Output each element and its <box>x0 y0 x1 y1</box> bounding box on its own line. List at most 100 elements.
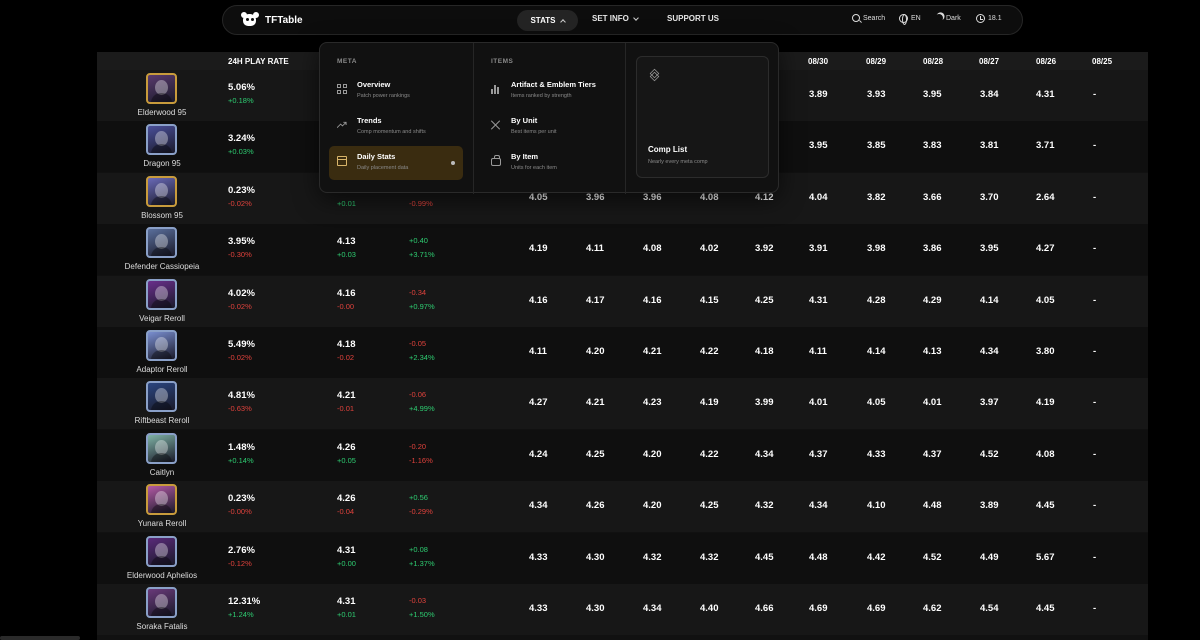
unit-name[interactable]: Yunara Reroll <box>97 519 227 528</box>
daily-avg-cell: 3.96 <box>586 191 605 203</box>
unit-avatar[interactable] <box>146 73 177 104</box>
table-row[interactable]: Defender Cassiopeia 3.95% -0.30% 4.13 +0.03 +… <box>97 224 1148 276</box>
unit-avatar[interactable] <box>146 124 177 156</box>
unit-name[interactable]: Defender Cassiopeia <box>97 262 227 271</box>
table-row[interactable]: Elderwood Aphelios 2.76% -0.12% 4.31 +0.00 +0… <box>97 532 1148 584</box>
unit-name[interactable]: Veigar Reroll <box>97 314 227 323</box>
avg-place: 4.16 <box>337 287 356 299</box>
comp-list-card[interactable]: Comp List Nearly every meta comp <box>636 56 769 178</box>
play-rate-delta: -0.63% <box>228 404 252 414</box>
unit-avatar[interactable] <box>146 484 177 516</box>
header-date[interactable]: 08/28 <box>923 57 943 66</box>
table-row[interactable]: Veigar Reroll 4.02% -0.02% 4.16 -0.00 -0.34 +0… <box>97 275 1148 327</box>
daily-avg-cell: 4.34 <box>529 500 548 512</box>
language-button[interactable]: EN <box>899 14 921 25</box>
daily-avg-cell: 4.11 <box>586 243 604 255</box>
daily-avg-cell: 3.71 <box>1036 140 1055 152</box>
moon-icon <box>934 13 944 23</box>
unit-name[interactable]: Riftbeast Reroll <box>97 416 227 425</box>
unit-avatar[interactable] <box>146 381 177 413</box>
daily-avg-cell: 4.48 <box>809 551 828 563</box>
daily-avg-cell: 4.42 <box>867 551 886 563</box>
header-date[interactable]: 08/30 <box>808 57 828 66</box>
calendar-icon <box>337 156 347 166</box>
unit-name[interactable]: Caitlyn <box>97 468 227 477</box>
version-button[interactable]: 18.1 <box>976 14 1002 23</box>
unit-avatar[interactable] <box>146 535 177 567</box>
change-percent: -0.29% <box>409 507 433 517</box>
daily-avg-cell: 4.30 <box>586 603 605 614</box>
unit-avatar[interactable] <box>146 278 177 310</box>
daily-avg-cell: 3.95 <box>923 89 942 100</box>
unit-avatar[interactable] <box>146 330 177 361</box>
daily-avg-cell: 4.05 <box>867 397 886 409</box>
daily-avg-cell: 3.81 <box>980 140 999 152</box>
theme-toggle[interactable]: Dark <box>935 14 961 22</box>
unit-name[interactable]: Dragon 95 <box>97 159 227 168</box>
horizontal-scrollbar[interactable] <box>0 636 80 640</box>
unit-name[interactable]: Elderwood Aphelios <box>97 571 227 580</box>
menu-item-by-unit[interactable]: By Unit Best items per unit <box>483 110 623 144</box>
avg-place-delta: +0.01 <box>337 198 356 208</box>
table-row[interactable]: Yunara Reroll 0.23% -0.00% 4.26 -0.04 +0.56 -0… <box>97 481 1148 533</box>
play-rate: 5.49% <box>228 339 255 350</box>
daily-avg-cell: 4.45 <box>1036 500 1055 512</box>
menu-item-trends[interactable]: Trends Comp momentum and shifts <box>329 110 463 144</box>
menu-item-by-item[interactable]: By Item Units for each item <box>483 146 623 180</box>
header-play-rate[interactable]: 24H PLAY RATE <box>228 57 289 66</box>
header-date[interactable]: 08/29 <box>866 57 886 66</box>
items-section-title: ITEMS <box>491 58 514 65</box>
swords-icon <box>491 120 501 130</box>
menu-item-artifact-emblem-tiers[interactable]: Artifact & Emblem Tiers Items ranked by … <box>483 74 623 108</box>
daily-avg-cell: - <box>1093 294 1097 306</box>
unit-avatar[interactable] <box>146 175 177 207</box>
daily-avg-cell: 4.24 <box>529 448 548 460</box>
unit-name[interactable]: Blossom 95 <box>97 211 227 220</box>
unit-name[interactable]: Adaptor Reroll <box>97 365 227 374</box>
menu-item-overview[interactable]: Overview Patch power rankings <box>329 74 463 108</box>
table-row[interactable]: Soraka Fatalis 12.31% +1.24% 4.31 +0.01 -0.03… <box>97 584 1148 635</box>
menu-item-daily-stats[interactable]: Daily Stats Daily placement data <box>329 146 463 180</box>
unit-avatar[interactable] <box>146 432 177 464</box>
search-button[interactable]: Search <box>852 14 885 22</box>
daily-avg-cell: 4.18 <box>755 346 774 357</box>
change-percent: +1.37% <box>409 558 435 568</box>
header-date[interactable]: 08/27 <box>979 57 999 66</box>
daily-avg-cell: 4.08 <box>1036 448 1055 460</box>
play-rate-delta: +0.14% <box>228 455 254 465</box>
unit-name[interactable]: Soraka Fatalis <box>97 622 227 631</box>
change-percent: -1.16% <box>409 455 433 465</box>
unit-avatar[interactable] <box>146 587 177 618</box>
daily-avg-cell: 4.21 <box>586 397 605 409</box>
stats-dropdown-menu: META ITEMS Overview Patch power rankings… <box>319 42 779 194</box>
daily-avg-cell: 4.10 <box>867 500 886 512</box>
daily-avg-cell: 4.34 <box>980 346 999 357</box>
header-date[interactable]: 08/25 <box>1092 57 1112 66</box>
nav-set-info-button[interactable]: SET INFO <box>592 14 639 23</box>
play-rate-delta: +1.24% <box>228 610 254 619</box>
theme-label: Dark <box>946 14 961 22</box>
daily-avg-cell: - <box>1093 140 1097 152</box>
daily-avg-cell: 4.23 <box>643 397 662 409</box>
daily-avg-cell: 3.89 <box>809 89 828 100</box>
play-rate: 0.23% <box>228 493 255 505</box>
change-value: -0.05 <box>409 339 427 348</box>
header-date[interactable]: 08/26 <box>1036 57 1056 66</box>
play-rate-delta: -0.02% <box>228 301 252 311</box>
play-rate: 5.06% <box>228 82 255 93</box>
logo[interactable]: TFTable <box>241 12 303 28</box>
nav-stats-button[interactable]: STATS <box>517 10 578 31</box>
table-row[interactable]: Riftbeast Reroll 4.81% -0.63% 4.21 -0.01 -0.0… <box>97 378 1148 430</box>
daily-avg-cell: 4.16 <box>529 294 548 306</box>
daily-avg-cell: 4.32 <box>755 500 774 512</box>
play-rate: 3.24% <box>228 133 255 145</box>
unit-name[interactable]: Elderwood 95 <box>97 108 227 117</box>
change-percent: +3.71% <box>409 250 435 260</box>
change-value: -0.06 <box>409 390 427 400</box>
daily-avg-cell: 3.92 <box>755 243 774 255</box>
daily-avg-cell: 4.45 <box>1036 603 1055 614</box>
unit-avatar[interactable] <box>146 227 177 259</box>
table-row[interactable]: Adaptor Reroll 5.49% -0.02% 4.18 -0.02 -0.05 +… <box>97 327 1148 378</box>
table-row[interactable]: Caitlyn 1.48% +0.14% 4.26 +0.05 -0.20 -1.16% 4.… <box>97 429 1148 481</box>
nav-support-link[interactable]: SUPPORT US <box>667 14 719 23</box>
